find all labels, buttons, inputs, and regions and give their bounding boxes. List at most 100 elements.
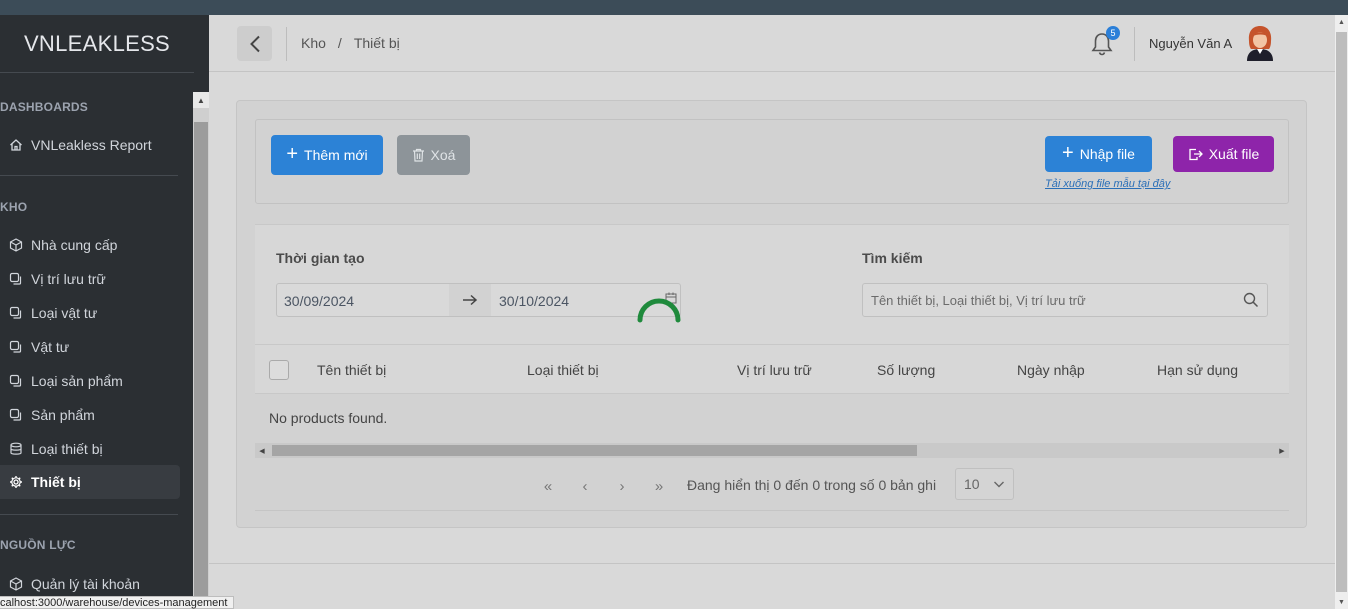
table-header: Tên thiết bị Loại thiết bị Vị trí lưu tr… (255, 344, 1289, 394)
empty-table-message: No products found. (269, 410, 388, 426)
chevron-down-icon (994, 481, 1004, 488)
home-icon (8, 138, 23, 153)
divider (209, 563, 1335, 564)
date-to-input[interactable]: 30/10/2024 (499, 293, 569, 309)
search-icon[interactable] (1243, 292, 1259, 308)
copy-icon (8, 340, 23, 355)
select-all-checkbox[interactable] (269, 360, 289, 380)
next-page-button[interactable]: › (612, 476, 632, 496)
copy-icon (8, 408, 23, 423)
top-header: Kho / Thiết bị 5 Nguyễn Văn A (209, 15, 1335, 72)
sidebar-item-label: Loại sản phẩm (31, 373, 123, 389)
section-title-kho: KHO (0, 200, 28, 214)
page-size-value: 10 (964, 476, 980, 492)
add-new-button[interactable]: + Thêm mới (271, 135, 383, 175)
prev-page-button[interactable]: ‹ (575, 476, 595, 496)
browser-tab-strip (0, 0, 1348, 15)
sidebar-scrollbar[interactable]: ▲ (193, 92, 209, 609)
sidebar-item-vat-tu[interactable]: Vật tư (0, 330, 180, 364)
sidebar: VNLEAKLESS DASHBOARDS VNLeakless Report … (0, 15, 209, 609)
last-page-button[interactable]: » (649, 476, 669, 496)
plus-icon: + (286, 143, 299, 165)
download-template-link[interactable]: Tải xuống file mẫu tại đây (1045, 178, 1170, 190)
sidebar-item-label: Loại vật tư (31, 305, 98, 321)
sidebar-item-nha-cung-cap[interactable]: Nhà cung cấp (0, 228, 180, 262)
breadcrumb-current: Thiết bị (353, 35, 400, 51)
sidebar-item-vi-tri-luu-tru[interactable]: Vị trí lưu trữ (0, 262, 180, 296)
user-name[interactable]: Nguyễn Văn A (1149, 36, 1232, 51)
section-title-dashboards: DASHBOARDS (0, 100, 89, 114)
divider (255, 510, 1289, 511)
plus-icon: + (1062, 142, 1074, 164)
divider (1134, 27, 1135, 61)
column-header[interactable]: Loại thiết bị (527, 362, 599, 378)
gear-icon (8, 475, 23, 490)
sidebar-item-loai-vat-tu[interactable]: Loại vật tư (0, 296, 180, 330)
trash-icon (412, 148, 424, 162)
column-header[interactable]: Ngày nhập (1017, 362, 1085, 378)
sidebar-item-label: Sản phẩm (31, 407, 95, 423)
sidebar-item-thiet-bi[interactable]: Thiết bị (0, 465, 180, 499)
action-toolbar: + Thêm mới Xoá + Nhập file Xuất file Tải… (255, 119, 1289, 204)
sidebar-item-vnleakless-report[interactable]: VNLeakless Report (0, 128, 180, 162)
scrollbar-thumb[interactable] (1336, 32, 1347, 592)
breadcrumb: Kho / Thiết bị (301, 35, 400, 51)
section-title-nguon-luc: NGUỒN LỰC (0, 538, 76, 552)
delete-button[interactable]: Xoá (397, 135, 470, 175)
sidebar-item-san-pham[interactable]: Sản phẩm (0, 398, 180, 432)
sidebar-item-label: Nhà cung cấp (31, 237, 118, 253)
page-scrollbar[interactable]: ▲ ▼ (1335, 15, 1348, 609)
sidebar-item-label: Loại thiết bị (31, 441, 103, 457)
scroll-left-arrow[interactable]: ◀ (255, 443, 269, 458)
pagination-info: Đang hiển thị 0 đến 0 trong số 0 bản ghi (687, 477, 937, 493)
app-logo[interactable]: VNLEAKLESS (0, 15, 194, 73)
export-icon (1189, 148, 1203, 161)
divider (0, 175, 178, 176)
loading-spinner-icon (637, 298, 681, 323)
search-input[interactable] (871, 290, 1231, 310)
scroll-up-arrow[interactable]: ▲ (193, 92, 209, 108)
search-field[interactable] (862, 283, 1268, 317)
box-icon (8, 577, 23, 592)
table-horizontal-scrollbar[interactable]: ◀ ▶ (255, 443, 1289, 458)
copy-icon (8, 374, 23, 389)
export-file-button[interactable]: Xuất file (1173, 136, 1274, 172)
scroll-down-arrow[interactable]: ▼ (1335, 595, 1348, 609)
breadcrumb-kho[interactable]: Kho (301, 35, 326, 51)
status-bar-url: calhost:3000/warehouse/devices-managemen… (0, 596, 235, 609)
column-header[interactable]: Số lượng (877, 362, 935, 378)
page-size-select[interactable]: 10 (955, 468, 1014, 500)
search-label: Tìm kiếm (862, 250, 923, 266)
breadcrumb-separator: / (337, 35, 342, 51)
sidebar-item-label: Vật tư (31, 339, 70, 355)
divider (0, 514, 178, 515)
box-icon (8, 238, 23, 253)
created-time-label: Thời gian tạo (276, 250, 365, 266)
scroll-right-arrow[interactable]: ▶ (1275, 443, 1289, 458)
devices-card: + Thêm mới Xoá + Nhập file Xuất file Tải… (236, 100, 1307, 528)
sidebar-item-label: Thiết bị (31, 474, 81, 490)
date-from-input[interactable]: 30/09/2024 (284, 293, 354, 309)
avatar[interactable] (1245, 25, 1275, 61)
sidebar-item-loai-san-pham[interactable]: Loại sản phẩm (0, 364, 180, 398)
first-page-button[interactable]: « (538, 476, 558, 496)
database-icon (8, 442, 23, 457)
copy-icon (8, 306, 23, 321)
sidebar-item-label: Quản lý tài khoản (31, 576, 140, 592)
sidebar-item-label: Vị trí lưu trữ (31, 271, 106, 287)
pagination: « ‹ › » Đang hiển thị 0 đến 0 trong số 0… (237, 468, 1308, 508)
column-header[interactable]: Tên thiết bị (317, 362, 386, 378)
date-range-picker[interactable]: 30/09/2024 30/10/2024 (276, 283, 681, 317)
arrow-right-icon (449, 284, 491, 316)
column-header[interactable]: Vị trí lưu trữ (737, 362, 812, 378)
scroll-up-arrow[interactable]: ▲ (1335, 15, 1348, 29)
sidebar-item-label: VNLeakless Report (31, 137, 152, 153)
scrollbar-thumb[interactable] (194, 122, 208, 609)
scrollbar-thumb[interactable] (272, 445, 917, 456)
sidebar-item-loai-thiet-bi[interactable]: Loại thiết bị (0, 432, 180, 466)
copy-icon (8, 272, 23, 287)
import-file-button[interactable]: + Nhập file (1045, 136, 1152, 172)
back-button[interactable] (237, 26, 272, 61)
column-header[interactable]: Hạn sử dụng (1157, 362, 1238, 378)
chevron-left-icon (249, 35, 260, 52)
